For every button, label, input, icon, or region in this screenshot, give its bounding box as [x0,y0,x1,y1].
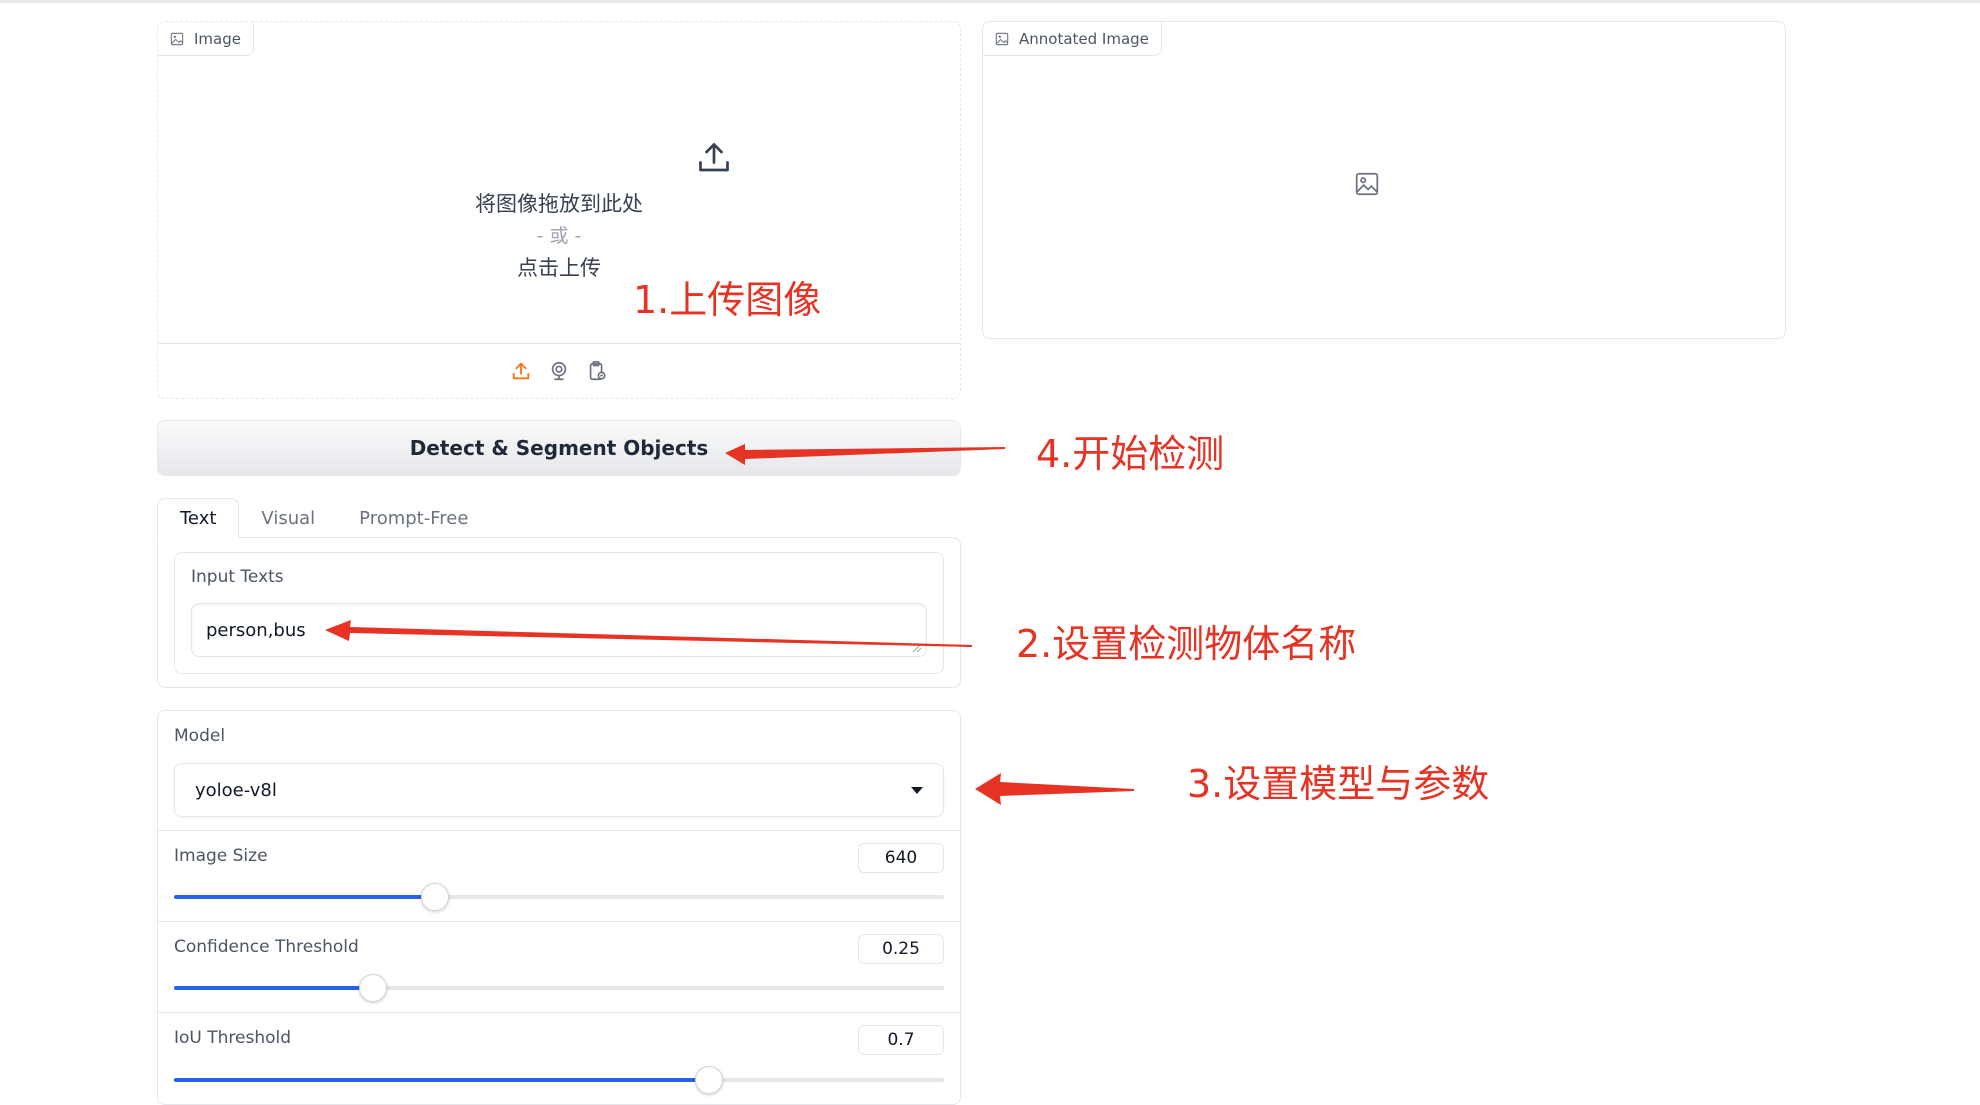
confidence-input[interactable]: 0.25 [858,934,944,964]
top-border [0,0,1980,3]
clipboard-icon[interactable] [586,360,608,382]
upload-icon[interactable] [510,360,532,382]
model-dropdown[interactable]: yoloe-v8l [174,763,944,817]
image-size-thumb[interactable] [421,883,450,911]
iou-input[interactable]: 0.7 [858,1025,944,1055]
image-size-slider[interactable] [174,883,944,911]
model-label: Model [174,726,226,746]
input-texts-label: Input Texts [191,567,284,587]
webcam-icon[interactable] [548,360,570,382]
iou-fill [174,1078,708,1082]
resize-grip-icon[interactable] [912,643,922,653]
image-upload-panel[interactable]: Image 将图像拖放到此处 - 或 - 点击上传 [157,21,961,399]
detect-segment-button[interactable]: Detect & Segment Objects [157,420,961,476]
or-text: - 或 - [536,225,582,247]
confidence-label: Confidence Threshold [174,937,359,957]
image-size-fill [174,895,435,899]
image-label: Image [194,29,241,48]
annotation-step2: 2.设置检测物体名称 [1016,622,1357,666]
click-upload-text[interactable]: 点击上传 [158,252,960,282]
input-texts-field[interactable]: person,bus [191,603,927,657]
image-label-tag: Image [158,22,254,56]
tab-prompt-free[interactable]: Prompt-Free [337,498,490,538]
annotation-step1: 1.上传图像 [633,278,822,322]
input-texts-block: Input Texts person,bus [174,552,944,674]
image-icon [170,32,184,45]
tab-visual[interactable]: Visual [239,498,337,538]
chevron-down-icon [911,786,923,794]
source-selector [158,343,960,398]
input-texts-value: person,bus [206,619,306,641]
arrow-step3 [975,773,1134,805]
image-icon [995,32,1009,45]
image-size-input[interactable]: 640 [858,843,944,873]
iou-slider[interactable] [174,1066,944,1094]
annotation-step3: 3.设置模型与参数 [1187,762,1490,806]
image-placeholder-icon [1355,172,1379,196]
drop-text: 将图像拖放到此处 [475,192,643,216]
model-value: yoloe-v8l [195,779,277,801]
image-size-section: Image Size 640 [158,830,960,921]
confidence-fill [174,986,372,990]
upload-arrow-icon [699,143,729,172]
annotation-step4: 4.开始检测 [1036,432,1225,476]
image-size-label: Image Size [174,846,268,866]
settings-panel: Model yoloe-v8l Image Size 640 Confidenc… [157,710,961,1105]
iou-section: IoU Threshold 0.7 [158,1012,960,1104]
prompt-tabs: Text Visual Prompt-Free [157,498,490,538]
tab-text[interactable]: Text [157,498,240,538]
confidence-thumb[interactable] [358,974,387,1002]
text-tab-panel: Input Texts person,bus [157,537,961,688]
confidence-section: Confidence Threshold 0.25 [158,921,960,1012]
confidence-slider[interactable] [174,974,944,1002]
iou-thumb[interactable] [694,1066,723,1094]
annotated-image-label: Annotated Image [1019,29,1149,48]
annotated-image-label-tag: Annotated Image [983,22,1162,56]
iou-label: IoU Threshold [174,1028,292,1048]
annotated-image-panel: Annotated Image [982,21,1786,339]
